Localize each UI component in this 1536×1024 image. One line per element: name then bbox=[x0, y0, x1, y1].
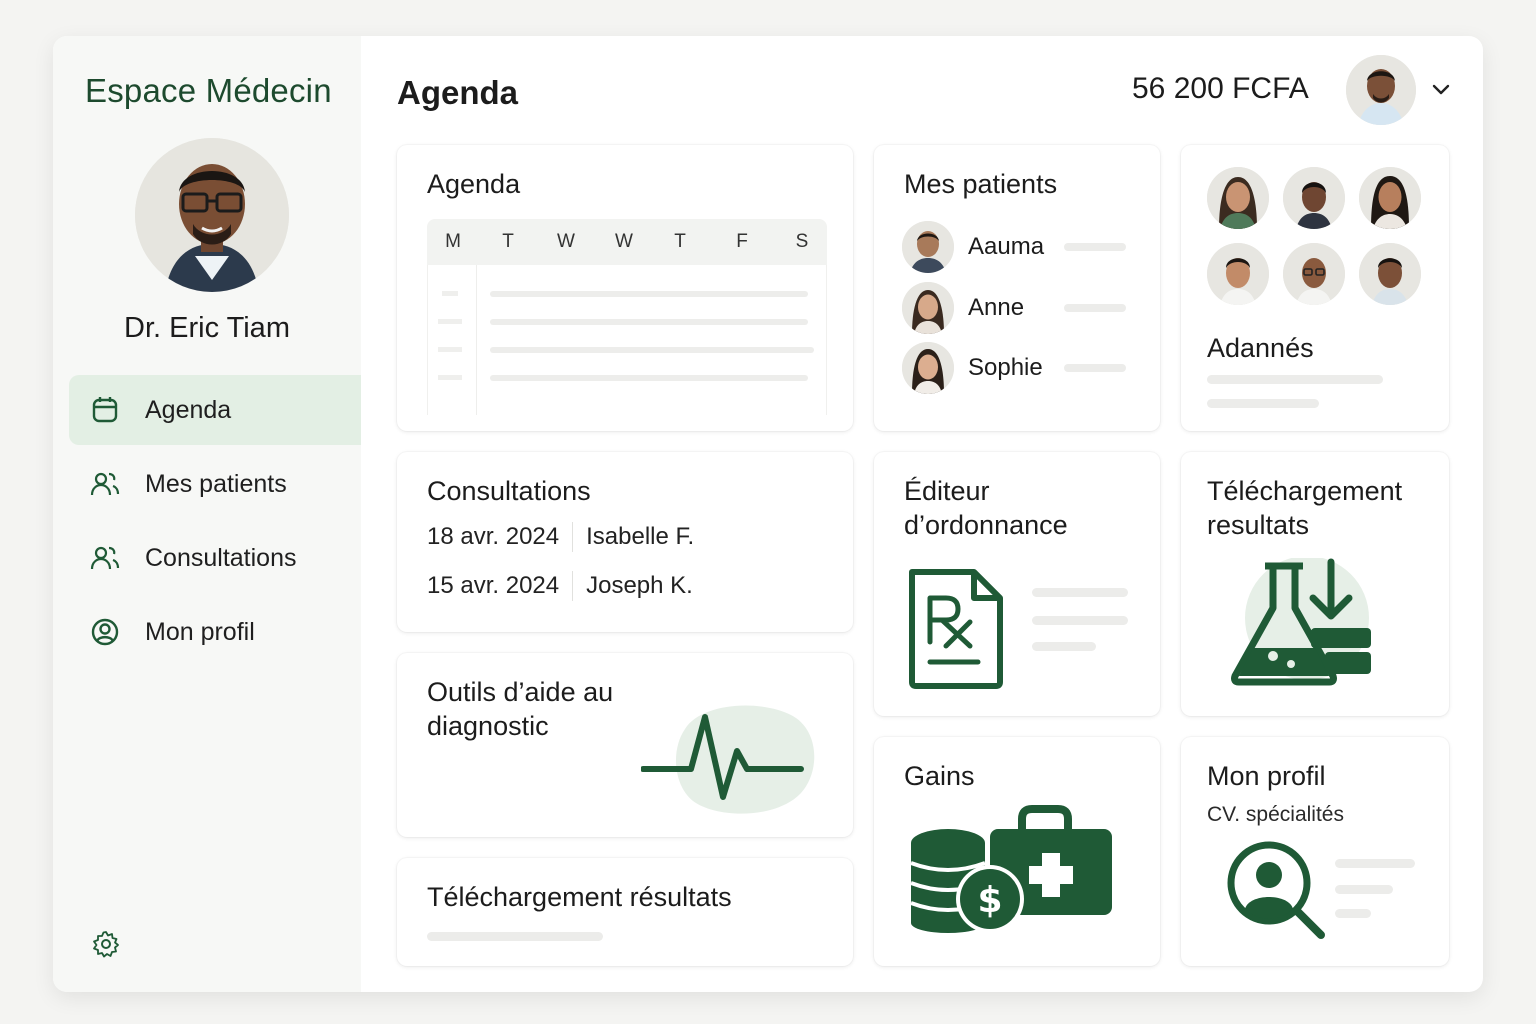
brand-title: Espace Médecin bbox=[85, 72, 332, 109]
consultation-date: 18 avr. 2024 bbox=[427, 523, 560, 550]
consultation-patient: Isabelle F. bbox=[586, 523, 695, 550]
prescription-editor-card[interactable]: Éditeur d’ordonnance bbox=[874, 452, 1160, 716]
sidebar: Espace Médecin Dr. Eric Tiam Agenda Mes … bbox=[53, 36, 361, 992]
calendar-header: M T W W T F S bbox=[427, 219, 827, 265]
day-label: M bbox=[445, 231, 461, 252]
placeholder-bar bbox=[1335, 859, 1415, 868]
placeholder-bar bbox=[1064, 364, 1126, 372]
earnings-icon: $ bbox=[910, 805, 1114, 935]
card-title: Téléchargement résultats bbox=[427, 882, 732, 912]
consultation-date: 15 avr. 2024 bbox=[427, 572, 560, 599]
day-label: W bbox=[557, 231, 575, 252]
heartbeat-icon bbox=[640, 701, 821, 817]
results-upload-card[interactable]: Téléchargement résultats bbox=[397, 858, 853, 966]
card-title: Agenda bbox=[427, 169, 521, 199]
patient-name: Anne bbox=[968, 294, 1025, 321]
day-label: T bbox=[502, 231, 514, 252]
avatar bbox=[1207, 243, 1269, 305]
day-label: T bbox=[674, 231, 686, 252]
lab-flask-icon bbox=[1225, 556, 1381, 688]
sidebar-item-profile[interactable]: Mon profil bbox=[69, 597, 361, 667]
card-title: Éditeur d’ordonnance bbox=[904, 476, 1068, 540]
consultations-card[interactable]: Consultations 18 avr. 2024 Isabelle F. 1… bbox=[397, 452, 853, 632]
calendar-icon bbox=[89, 394, 121, 426]
avatar bbox=[1359, 243, 1421, 305]
doctor-name: Dr. Eric Tiam bbox=[124, 312, 290, 344]
card-title: Gains bbox=[904, 761, 975, 791]
lab-results-card[interactable]: Téléchargement resultats bbox=[1181, 452, 1449, 716]
list-item[interactable]: Aauma bbox=[902, 221, 1126, 273]
card-title: Mon profil bbox=[1207, 761, 1326, 791]
placeholder-bar bbox=[1207, 399, 1319, 408]
list-item[interactable]: Sophie bbox=[902, 342, 1126, 394]
users-icon bbox=[89, 542, 121, 574]
avatar bbox=[902, 221, 954, 273]
calendar-grid bbox=[427, 265, 827, 415]
card-title: Mes patients bbox=[904, 169, 1058, 199]
card-title: Téléchargement resultats bbox=[1207, 476, 1403, 540]
placeholder-bar bbox=[427, 932, 603, 941]
avatar bbox=[1359, 167, 1421, 229]
card-title: Adannés bbox=[1207, 333, 1314, 363]
sidebar-item-label: Consultations bbox=[145, 543, 297, 572]
placeholder-bar bbox=[1335, 885, 1393, 894]
patient-name: Aauma bbox=[968, 233, 1045, 260]
avatar bbox=[1283, 243, 1345, 305]
sidebar-nav: Agenda Mes patients Consultations Mon pr… bbox=[69, 375, 361, 671]
placeholder-bar bbox=[1032, 642, 1096, 651]
profile-search-icon bbox=[1225, 839, 1329, 943]
avatar bbox=[902, 282, 954, 334]
sidebar-item-consultations[interactable]: Consultations bbox=[69, 523, 361, 593]
placeholder-bar bbox=[1335, 909, 1371, 918]
patient-name: Sophie bbox=[968, 354, 1043, 381]
doctor-avatar bbox=[135, 138, 289, 292]
sidebar-item-label: Mon profil bbox=[145, 617, 255, 646]
chevron-down-icon[interactable] bbox=[1429, 80, 1453, 100]
gear-icon[interactable] bbox=[91, 929, 121, 959]
day-label: W bbox=[615, 231, 633, 252]
agenda-card[interactable]: Agenda M T W W T F S bbox=[397, 145, 853, 431]
card-title: Outils d’aide au diagnostic bbox=[427, 677, 614, 741]
calendar-week: M T W W T F S bbox=[427, 219, 827, 415]
svg-text:$: $ bbox=[977, 880, 1002, 921]
profile-card[interactable]: Mon profil CV. spécialités bbox=[1181, 737, 1449, 966]
list-item[interactable]: Anne bbox=[902, 282, 1126, 334]
sidebar-item-agenda[interactable]: Agenda bbox=[69, 375, 361, 445]
avatar bbox=[1207, 167, 1269, 229]
placeholder-bar bbox=[1032, 616, 1128, 625]
card-title: Consultations bbox=[427, 476, 591, 506]
placeholder-bar bbox=[1064, 304, 1126, 312]
consultation-patient: Joseph K. bbox=[586, 572, 693, 599]
app-window: Espace Médecin Dr. Eric Tiam Agenda Mes … bbox=[53, 36, 1483, 992]
earnings-card[interactable]: Gains $ bbox=[874, 737, 1160, 966]
placeholder-bar bbox=[1032, 588, 1128, 597]
sidebar-item-label: Agenda bbox=[145, 395, 232, 424]
prescription-icon bbox=[906, 566, 1006, 692]
page-title: Agenda bbox=[397, 74, 519, 111]
day-label: F bbox=[736, 231, 748, 252]
followed-patients-card[interactable]: Adannés bbox=[1181, 145, 1449, 431]
users-icon bbox=[89, 468, 121, 500]
sidebar-item-label: Mes patients bbox=[145, 469, 287, 498]
user-avatar[interactable] bbox=[1346, 55, 1416, 125]
patients-card[interactable]: Mes patients Aauma Anne Sophie bbox=[874, 145, 1160, 431]
avatar bbox=[902, 342, 954, 394]
placeholder-bar bbox=[1207, 375, 1383, 384]
day-label: S bbox=[795, 231, 809, 252]
avatar bbox=[1283, 167, 1345, 229]
user-circle-icon bbox=[89, 616, 121, 648]
sidebar-item-patients[interactable]: Mes patients bbox=[69, 449, 361, 519]
balance-amount: 56 200 FCFA bbox=[1132, 72, 1309, 105]
placeholder-bar bbox=[1064, 243, 1126, 251]
diagnostic-tools-card[interactable]: Outils d’aide au diagnostic bbox=[397, 653, 853, 837]
card-subtitle: CV. spécialités bbox=[1207, 803, 1344, 826]
table-row[interactable]: 15 avr. 2024 Joseph K. bbox=[427, 571, 693, 601]
table-row[interactable]: 18 avr. 2024 Isabelle F. bbox=[427, 522, 694, 552]
